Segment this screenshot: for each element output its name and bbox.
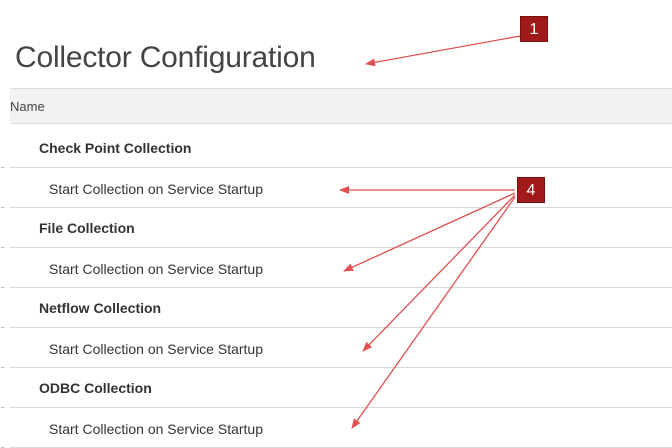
column-header-name[interactable]: Name [10, 99, 45, 114]
row-tick [1, 367, 4, 368]
row-label: Start Collection on Service Startup [49, 181, 263, 197]
row-label: ODBC Collection [39, 380, 152, 396]
table-row-checkpoint-collection[interactable]: Check Point Collection [1, 128, 672, 168]
table-row-netflow-collection[interactable]: Netflow Collection [1, 288, 672, 328]
row-tick [1, 207, 4, 208]
table-row-odbc-startup[interactable]: Start Collection on Service Startup [1, 408, 672, 448]
table-row-checkpoint-startup[interactable]: Start Collection on Service Startup [1, 168, 672, 208]
arrow-to-title [365, 35, 521, 67]
table-header: Name [10, 88, 672, 124]
row-label: Check Point Collection [39, 140, 192, 156]
table-row-file-startup[interactable]: Start Collection on Service Startup [1, 248, 672, 288]
callout-badge-1: 1 [520, 16, 548, 42]
table-row-odbc-collection[interactable]: ODBC Collection [1, 368, 672, 408]
row-label: Netflow Collection [39, 300, 162, 316]
table-row-netflow-startup[interactable]: Start Collection on Service Startup [1, 328, 672, 368]
table-row-file-collection[interactable]: File Collection [1, 208, 672, 248]
row-tick [1, 327, 4, 328]
row-tick [1, 407, 4, 408]
row-label: Start Collection on Service Startup [49, 341, 263, 357]
row-tick [1, 287, 4, 288]
row-label: Start Collection on Service Startup [49, 421, 263, 437]
row-label: Start Collection on Service Startup [49, 261, 263, 277]
row-tick [1, 247, 4, 248]
callout-badge-4: 4 [517, 177, 545, 203]
page-title: Collector Configuration [15, 41, 316, 74]
row-tick [1, 167, 4, 168]
row-label: File Collection [39, 220, 135, 236]
